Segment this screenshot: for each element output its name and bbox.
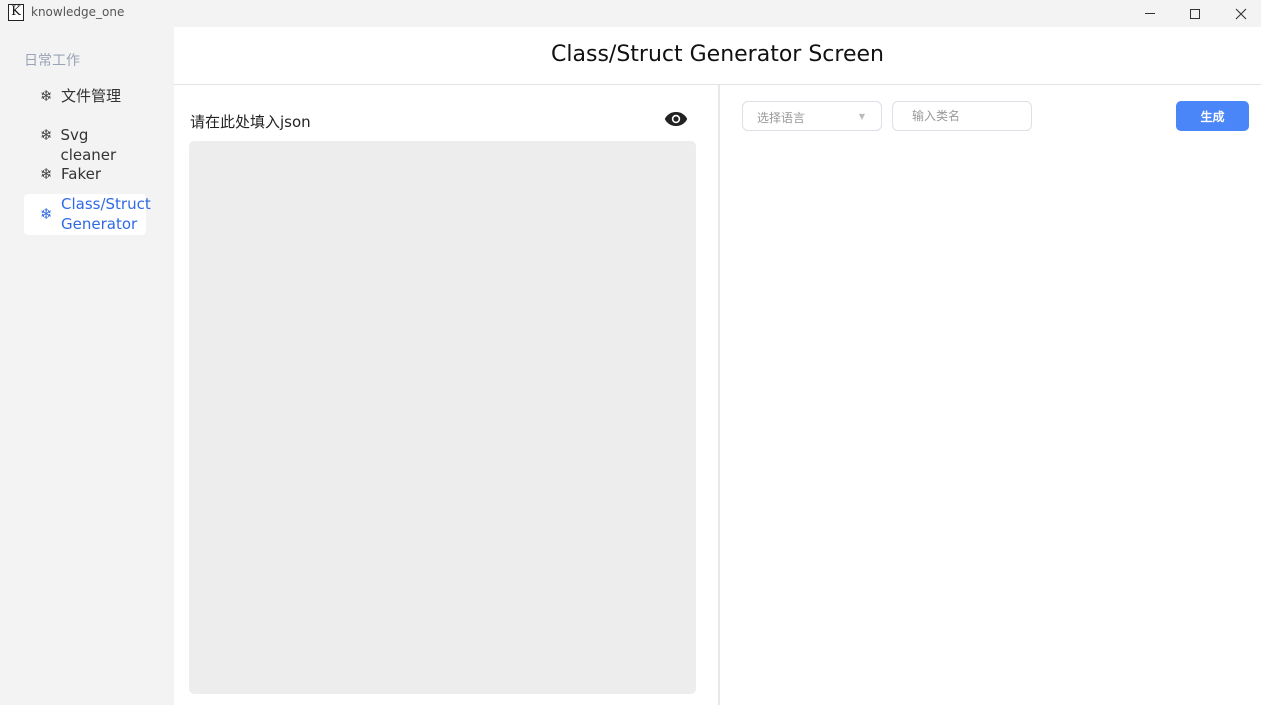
sidebar: 日常工作 ❄ 文件管理 ❄ Svg cleaner ❄ Faker ❄ Clas… — [0, 27, 174, 705]
close-button[interactable] — [1218, 0, 1261, 27]
snowflake-icon: ❄ — [40, 87, 53, 105]
title-bar: K knowledge_one — [0, 0, 1261, 27]
minimize-button[interactable] — [1127, 0, 1173, 27]
snowflake-icon: ❄ — [40, 165, 53, 183]
app-logo-icon: K — [8, 4, 24, 21]
pane-divider[interactable] — [718, 85, 720, 705]
language-select[interactable]: 选择语言 ▼ — [742, 101, 882, 131]
main-panel: Class/Struct Generator Screen 请在此处填入json… — [174, 27, 1261, 705]
snowflake-icon: ❄ — [40, 126, 53, 144]
sidebar-item-label: Faker — [61, 165, 101, 183]
generate-button[interactable]: 生成 — [1176, 101, 1249, 131]
close-icon — [1235, 8, 1247, 19]
window-title: knowledge_one — [31, 5, 125, 19]
page-title: Class/Struct Generator Screen — [551, 42, 884, 67]
sidebar-section-label: 日常工作 — [24, 53, 80, 69]
maximize-button[interactable] — [1172, 0, 1218, 27]
sidebar-item-svg-cleaner[interactable]: ❄ Svg cleaner — [24, 125, 146, 165]
sidebar-item-label: Class/Struct Generator — [61, 195, 151, 233]
sidebar-item-label: Svg cleaner — [60, 126, 117, 164]
language-select-placeholder: 选择语言 — [757, 111, 806, 125]
chevron-down-icon: ▼ — [858, 112, 865, 121]
json-editor[interactable] — [189, 141, 696, 694]
snowflake-icon: ❄ — [40, 205, 53, 223]
eye-icon[interactable] — [664, 111, 688, 127]
class-name-input[interactable] — [892, 101, 1032, 131]
json-input-label: 请在此处填入json — [190, 113, 311, 131]
maximize-icon — [1190, 8, 1200, 19]
sidebar-item-class-struct-generator[interactable]: ❄ Class/Struct Generator — [24, 194, 151, 235]
minimize-icon — [1145, 13, 1155, 14]
sidebar-item-label: 文件管理 — [61, 87, 122, 105]
sidebar-item-faker[interactable]: ❄ Faker — [24, 164, 146, 184]
sidebar-item-file-management[interactable]: ❄ 文件管理 — [24, 86, 146, 106]
json-input-pane: 请在此处填入json — [174, 85, 718, 705]
